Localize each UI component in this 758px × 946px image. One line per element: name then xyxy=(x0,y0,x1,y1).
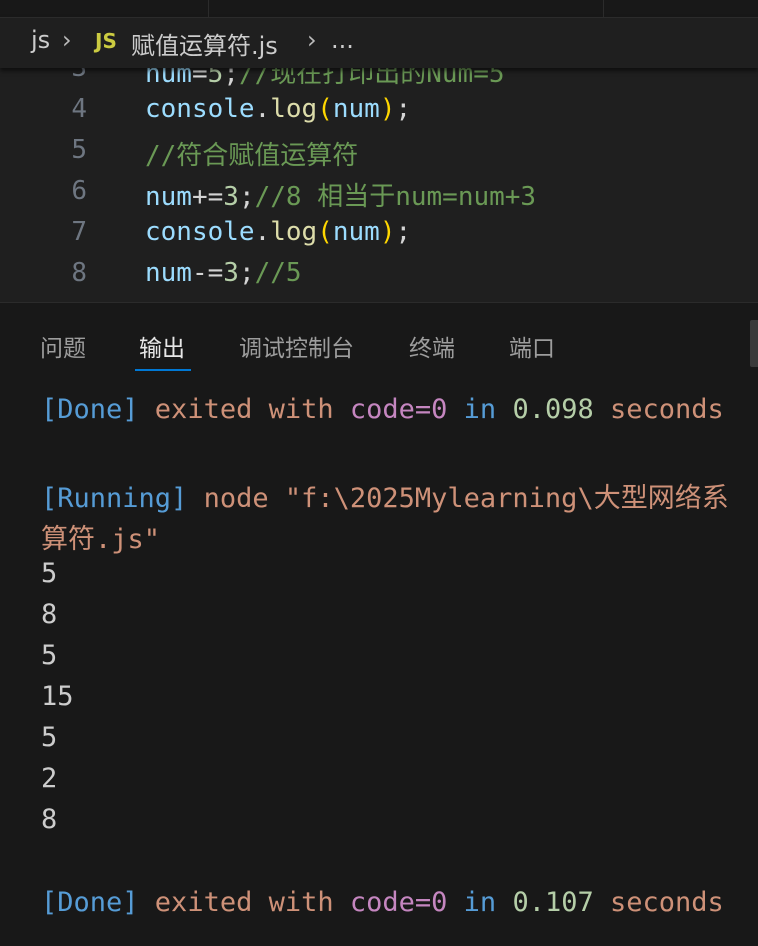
code-token: num xyxy=(145,258,192,288)
code-line[interactable]: 6 num+=3;//8 相当于num=num+3 xyxy=(0,176,758,217)
code-text: num=5;//现在打印出的Num=5 xyxy=(145,67,505,90)
output-text: exited with xyxy=(138,887,350,918)
code-line[interactable]: 5 //符合赋值运算符 xyxy=(0,135,758,176)
output-text: in xyxy=(447,887,513,918)
code-token: . xyxy=(254,94,271,124)
code-token: ; xyxy=(223,67,239,89)
code-token: num xyxy=(332,217,380,247)
output-text: seconds xyxy=(593,887,724,918)
code-text: num-=3;//5 xyxy=(145,258,302,288)
code-line[interactable]: 3 num=5;//现在打印出的Num=5 xyxy=(0,67,758,94)
line-number: 3 xyxy=(71,67,87,83)
code-text: num+=3;//8 相当于num=num+3 xyxy=(145,176,536,213)
code-text: //符合赋值运算符 xyxy=(145,135,358,172)
line-number: 5 xyxy=(71,135,87,165)
code-token: += xyxy=(191,182,224,212)
output-value: 2 xyxy=(41,763,58,794)
breadcrumb: js › JS 赋值运算符.js › ... xyxy=(0,17,758,68)
output-running-line: [Running] node "f:\2025Mylearning\大型网络系 xyxy=(41,476,729,517)
output-value: 5 xyxy=(41,722,58,753)
code-token: ; xyxy=(395,217,412,247)
code-line[interactable]: 8 num-=3;//5 xyxy=(0,258,758,299)
code-token: console xyxy=(145,217,255,247)
output-text: exited with xyxy=(138,394,350,425)
code-token: ; xyxy=(238,258,255,288)
output-text: in xyxy=(447,394,513,425)
exit-code: code=0 xyxy=(349,394,448,425)
done-status: [Done] xyxy=(41,394,139,425)
code-token: 3 xyxy=(223,258,239,288)
tab-terminal[interactable]: 终端 xyxy=(409,329,455,363)
breadcrumb-file[interactable]: 赋值运算符.js xyxy=(131,26,278,61)
code-token: log xyxy=(270,217,318,247)
tab-ports[interactable]: 端口 xyxy=(509,329,555,363)
code-token: 3 xyxy=(223,182,239,212)
output-text: seconds xyxy=(593,394,724,425)
output-done-line: [Done] exited with code=0 in 0.098 secon… xyxy=(41,394,724,435)
code-token: //8 相当于num=num+3 xyxy=(254,182,537,212)
code-token: 5 xyxy=(207,67,224,89)
active-tab-indicator xyxy=(135,369,191,371)
output-running-wrap: 算符.js" xyxy=(41,524,161,555)
done-status: [Done] xyxy=(41,887,139,918)
tab-separator xyxy=(208,0,209,17)
code-token: ) xyxy=(379,217,396,247)
panel-scrollbar[interactable] xyxy=(750,320,758,367)
tab-separator xyxy=(603,0,604,17)
tab-problems[interactable]: 问题 xyxy=(40,329,86,363)
code-line[interactable]: 4 console.log(num); xyxy=(0,94,758,135)
line-number: 8 xyxy=(71,258,87,288)
code-token: ) xyxy=(379,94,396,124)
tab-output[interactable]: 输出 xyxy=(139,329,185,363)
output-done-line: [Done] exited with code=0 in 0.107 secon… xyxy=(41,887,724,928)
breadcrumb-more[interactable]: ... xyxy=(331,26,354,54)
code-line[interactable]: 7 console.log(num); xyxy=(0,217,758,258)
elapsed-time: 0.098 xyxy=(512,394,594,425)
output-value: 8 xyxy=(41,599,58,630)
code-token: -= xyxy=(191,258,224,288)
code-token: //5 xyxy=(254,258,302,288)
line-number: 4 xyxy=(71,94,87,124)
elapsed-time: 0.107 xyxy=(512,887,594,918)
output-value: 15 xyxy=(41,681,74,712)
code-text: console.log(num); xyxy=(145,217,411,247)
breadcrumb-folder[interactable]: js xyxy=(31,26,50,54)
running-status: [Running] xyxy=(41,483,188,514)
output-value: 5 xyxy=(41,558,58,589)
panel-header: 问题 输出 调试控制台 终端 端口 xyxy=(0,303,758,381)
line-number: 6 xyxy=(71,176,87,206)
code-token: = xyxy=(191,67,208,89)
code-token: ( xyxy=(317,94,333,124)
code-token: //现在打印出的Num=5 xyxy=(238,67,505,89)
code-editor[interactable]: 3 num=5;//现在打印出的Num=5 4 console.log(num); 5/… xyxy=(0,67,758,302)
code-token: log xyxy=(270,94,318,124)
editor-tab-strip xyxy=(0,0,758,17)
code-token: . xyxy=(254,217,271,247)
run-command: node "f:\2025Mylearning\大型网络系 xyxy=(187,483,729,514)
tab-debug-console[interactable]: 调试控制台 xyxy=(239,329,354,363)
code-text: console.log(num); xyxy=(145,94,411,124)
code-token: console xyxy=(145,94,255,124)
code-token: ( xyxy=(317,217,333,247)
code-token: //符合赋值运算符 xyxy=(145,141,359,171)
output-panel[interactable]: [Done] exited with code=0 in 0.098 secon… xyxy=(0,380,758,946)
output-value: 8 xyxy=(41,804,58,835)
code-token: ; xyxy=(238,182,255,212)
javascript-file-icon: JS xyxy=(95,29,117,53)
code-token: ; xyxy=(395,94,412,124)
chevron-right-icon: › xyxy=(307,26,317,54)
output-value: 5 xyxy=(41,640,58,671)
code-token: num xyxy=(332,94,380,124)
line-number: 7 xyxy=(71,217,87,247)
code-token: num xyxy=(145,182,192,212)
exit-code: code=0 xyxy=(349,887,448,918)
code-token: num xyxy=(145,67,192,89)
chevron-right-icon: › xyxy=(62,26,72,54)
